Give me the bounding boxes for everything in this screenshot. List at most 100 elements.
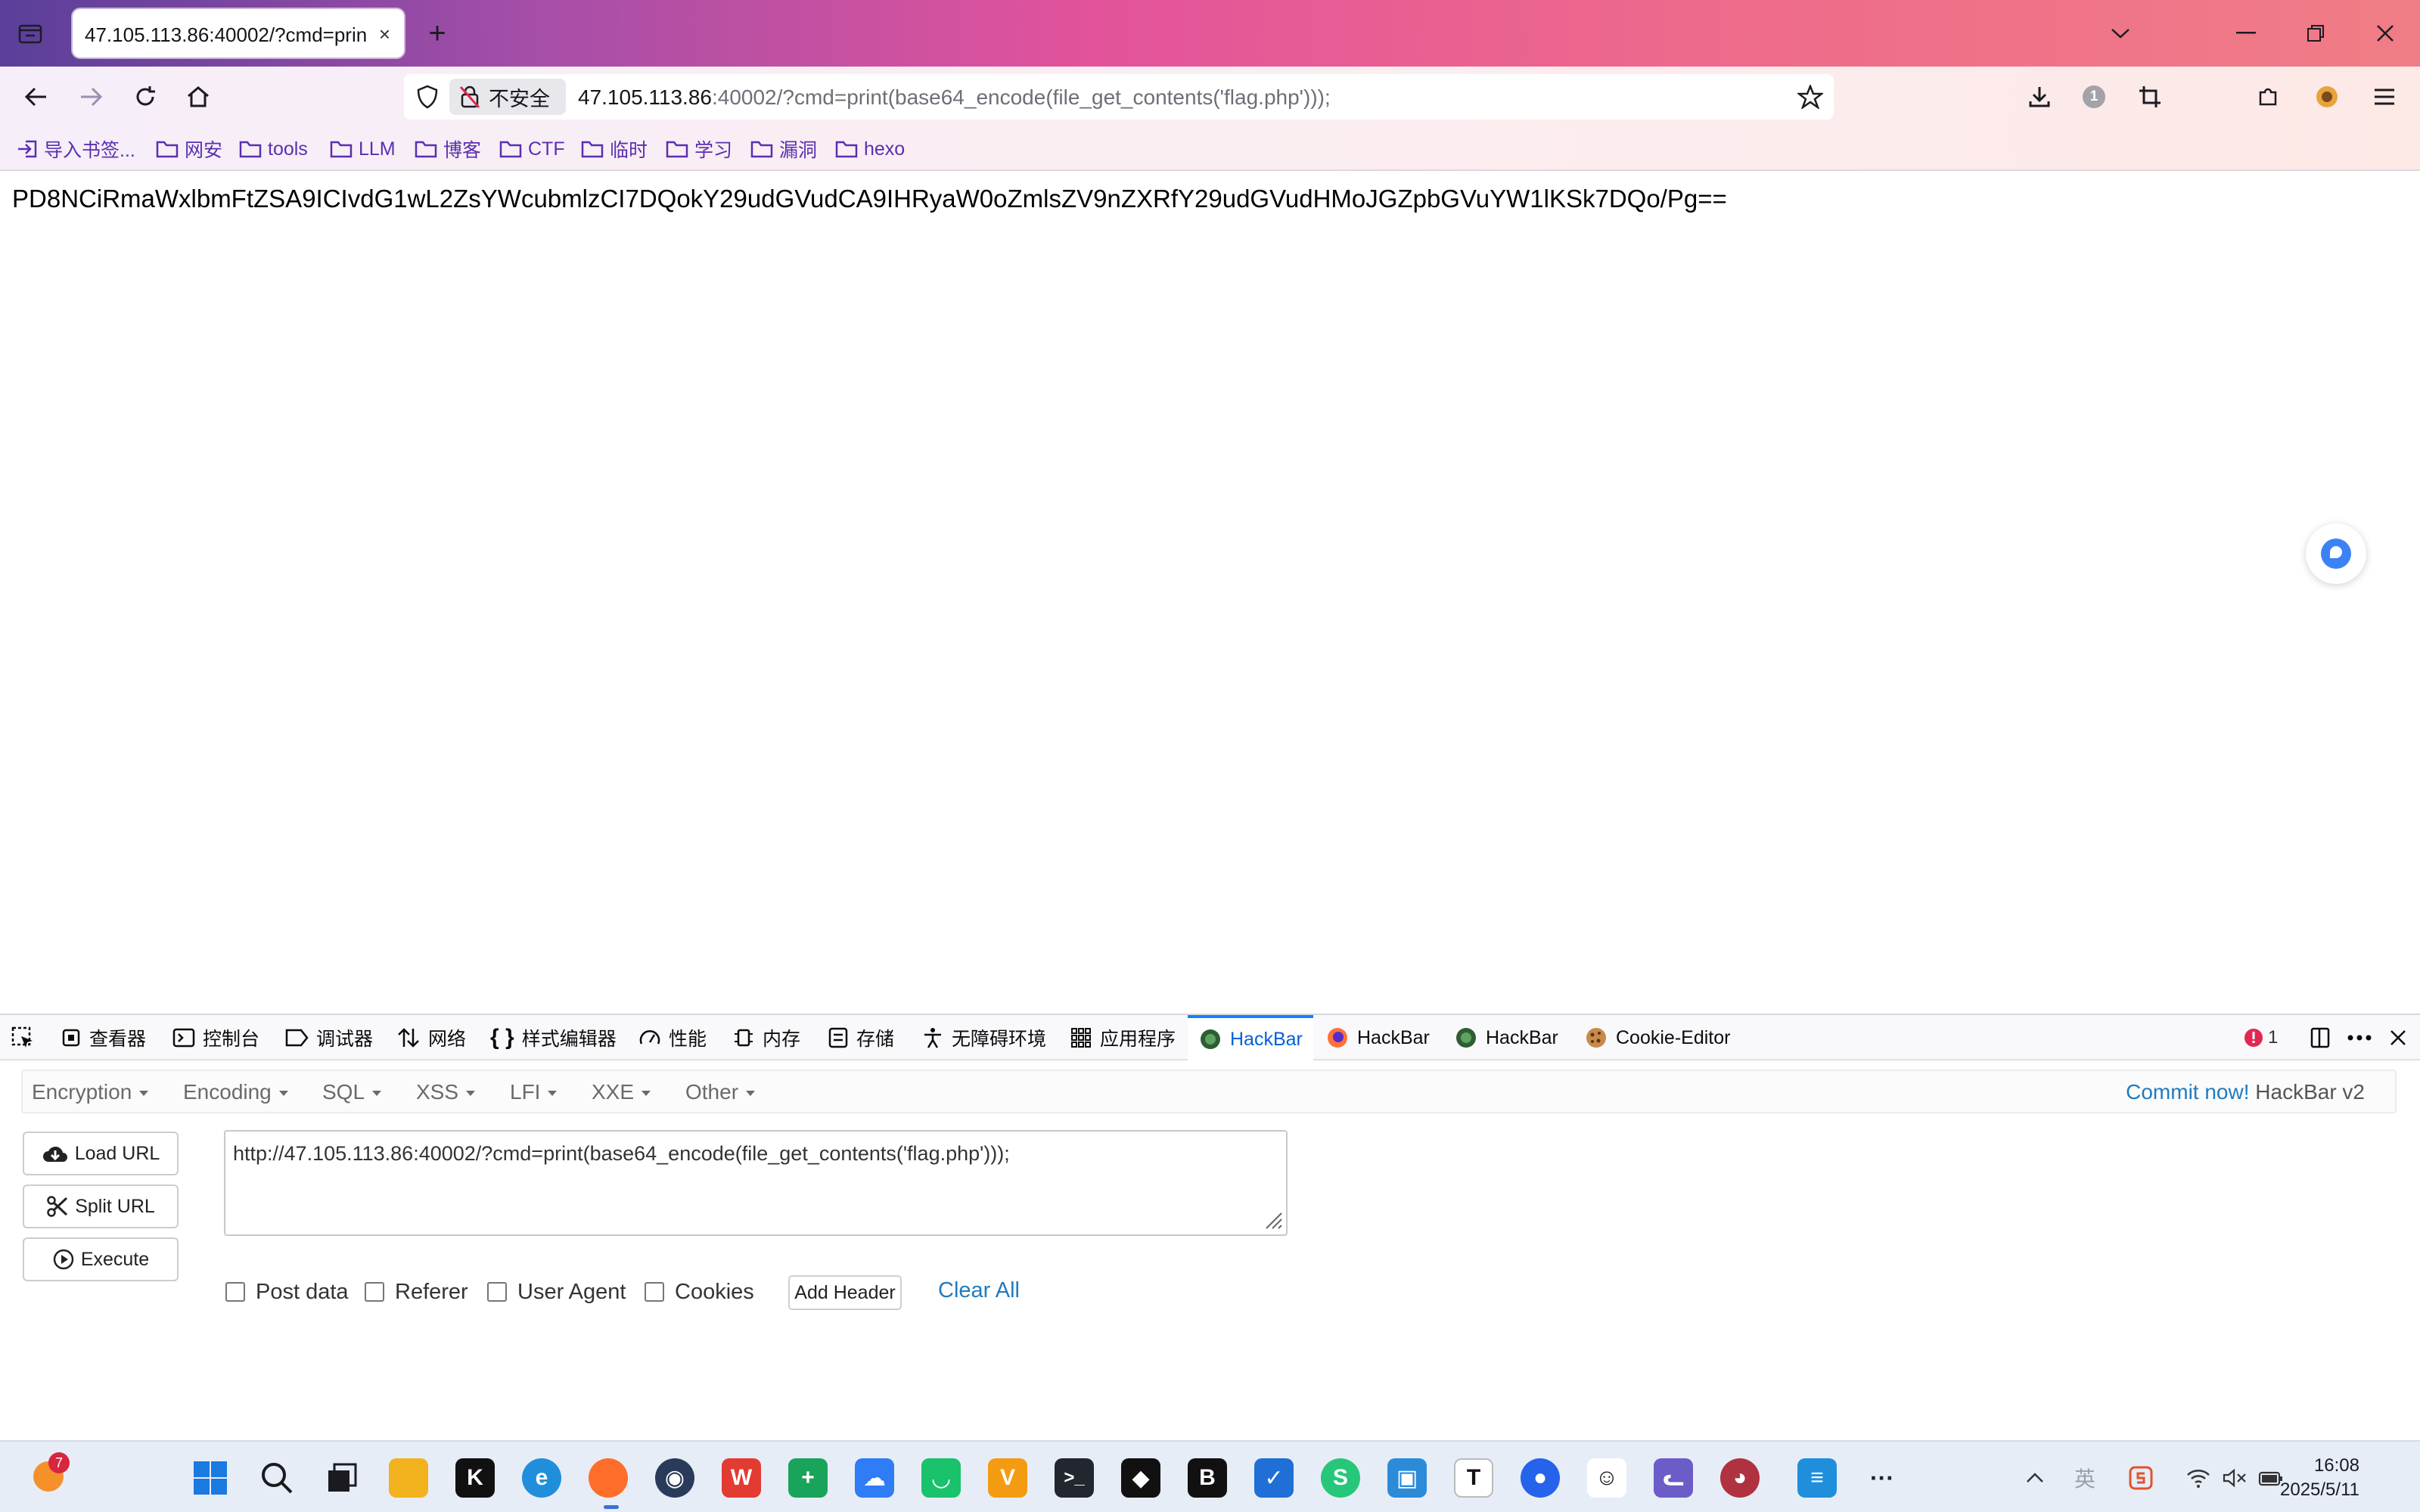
tab-close-icon[interactable]: ×: [379, 24, 390, 44]
tab-performance[interactable]: 性能: [638, 1015, 707, 1060]
tab-hackbar-3[interactable]: HackBar: [1454, 1015, 1558, 1060]
taskbar-app-box[interactable]: ◆: [1121, 1458, 1160, 1498]
devtools-close-button[interactable]: [2389, 1015, 2407, 1060]
tray-app-s-icon[interactable]: [2124, 1463, 2157, 1493]
commit-now-link[interactable]: Commit now!: [2126, 1080, 2249, 1104]
bookmark-folder-study[interactable]: 学习: [666, 136, 732, 162]
tab-storage[interactable]: 存储: [828, 1015, 894, 1060]
forward-button[interactable]: [74, 80, 107, 113]
bookmark-folder-blog[interactable]: 博客: [415, 136, 481, 162]
menu-other[interactable]: Other: [685, 1080, 755, 1104]
bookmark-item-import[interactable]: 导入书签...: [17, 136, 135, 162]
bookmark-folder-vuln[interactable]: 漏洞: [750, 136, 817, 162]
address-bar[interactable]: 不安全 47.105.113.86:40002/?cmd=print(base6…: [404, 74, 1834, 120]
error-counter[interactable]: 1: [2244, 1015, 2278, 1060]
taskbar-app-bag[interactable]: ◡: [921, 1458, 961, 1498]
menu-encoding[interactable]: Encoding: [183, 1080, 288, 1104]
split-url-button[interactable]: Split URL: [23, 1184, 179, 1228]
bookmark-folder-llm[interactable]: LLM: [330, 136, 396, 162]
restore-icon[interactable]: [2297, 15, 2335, 51]
element-picker-button[interactable]: [11, 1015, 42, 1060]
reload-button[interactable]: [129, 80, 162, 113]
bookmark-folder-ctf[interactable]: CTF: [499, 136, 565, 162]
taskbar-app-eye[interactable]: ◉: [655, 1458, 694, 1498]
taskbar-notepad[interactable]: ≡: [1797, 1458, 1837, 1498]
extensions-button[interactable]: [2251, 80, 2285, 113]
insecure-connection-chip[interactable]: 不安全: [449, 79, 566, 115]
shield-icon[interactable]: [416, 85, 439, 109]
wifi-icon[interactable]: [2183, 1463, 2213, 1493]
weather-widget[interactable]: 7: [30, 1452, 70, 1495]
task-view-button[interactable]: [322, 1458, 362, 1498]
app-menu-button[interactable]: [2368, 80, 2401, 113]
bookmark-folder-wangan[interactable]: 网安: [156, 136, 222, 162]
taskbar-terminal[interactable]: >_: [1055, 1458, 1094, 1498]
screenshot-crop-button[interactable]: [2133, 80, 2167, 113]
taskbar-edge[interactable]: e: [522, 1458, 561, 1498]
list-all-tabs-button[interactable]: [14, 17, 47, 50]
tab-overflow-chevron-icon[interactable]: [2102, 15, 2139, 51]
taskbar-firefox[interactable]: [589, 1458, 628, 1498]
url-text[interactable]: 47.105.113.86:40002/?cmd=print(base64_en…: [578, 85, 1331, 110]
tab-application[interactable]: 应用程序: [1070, 1015, 1176, 1060]
load-url-button[interactable]: Load URL: [23, 1132, 179, 1175]
taskbar-app-cat[interactable]: ᓚ: [1654, 1458, 1693, 1498]
taskbar-app-window[interactable]: ▣: [1387, 1458, 1427, 1498]
tab-cookie-editor[interactable]: Cookie-Editor: [1584, 1015, 1730, 1060]
cookies-checkbox[interactable]: Cookies: [645, 1278, 754, 1306]
taskbar-search-button[interactable]: [257, 1458, 297, 1498]
checkbox-box[interactable]: [225, 1282, 245, 1302]
start-button[interactable]: [191, 1458, 230, 1498]
extension-button[interactable]: 1: [2077, 80, 2111, 113]
taskbar-wps[interactable]: W: [722, 1458, 761, 1498]
devtools-more-button[interactable]: [2347, 1015, 2372, 1060]
profile-extension-button[interactable]: [2310, 80, 2344, 113]
user-agent-checkbox[interactable]: User Agent: [487, 1278, 626, 1306]
hackbar-url-input[interactable]: http://47.105.113.86:40002/?cmd=print(ba…: [224, 1130, 1288, 1236]
downloads-button[interactable]: [2023, 80, 2056, 113]
minimize-icon[interactable]: [2227, 15, 2265, 51]
taskbar-app-v[interactable]: V: [988, 1458, 1027, 1498]
add-header-button[interactable]: Add Header: [788, 1275, 902, 1310]
bookmark-folder-hexo[interactable]: hexo: [835, 136, 905, 162]
tab-inspector[interactable]: 查看器: [61, 1015, 146, 1060]
volume-muted-icon[interactable]: [2220, 1463, 2250, 1493]
taskbar-app-bird[interactable]: ✓: [1254, 1458, 1294, 1498]
active-tab[interactable]: 47.105.113.86:40002/?cmd=print(base64_en…: [73, 9, 404, 57]
ime-indicator[interactable]: 英: [2068, 1463, 2102, 1493]
checkbox-box[interactable]: [487, 1282, 507, 1302]
menu-xxe[interactable]: XXE: [592, 1080, 651, 1104]
checkbox-box[interactable]: [645, 1282, 664, 1302]
taskbar-burp[interactable]: B: [1188, 1458, 1227, 1498]
bookmark-folder-tools[interactable]: tools: [239, 136, 308, 162]
taskbar-file-explorer[interactable]: [389, 1458, 428, 1498]
taskbar-cloud[interactable]: ☁: [855, 1458, 894, 1498]
clear-all-link[interactable]: Clear All: [938, 1278, 1020, 1303]
tab-debugger[interactable]: 调试器: [284, 1015, 373, 1060]
menu-encryption[interactable]: Encryption: [32, 1080, 148, 1104]
tab-accessibility[interactable]: 无障碍环境: [921, 1015, 1046, 1060]
taskbar-sheets[interactable]: +: [788, 1458, 828, 1498]
taskbar-more-button[interactable]: ···: [1862, 1458, 1902, 1498]
back-button[interactable]: [20, 80, 53, 113]
tab-memory[interactable]: 内存: [732, 1015, 800, 1060]
tab-style-editor[interactable]: { } 样式编辑器: [490, 1015, 617, 1060]
taskbar-app-avatar[interactable]: ◕: [1720, 1458, 1760, 1498]
taskbar-qq[interactable]: ☺: [1587, 1458, 1626, 1498]
bookmark-folder-temp[interactable]: 临时: [581, 136, 648, 162]
home-button[interactable]: [182, 80, 215, 113]
taskbar-clock[interactable]: 16:08 2025/5/11: [2280, 1454, 2359, 1502]
tab-hackbar-active[interactable]: HackBar: [1188, 1015, 1313, 1060]
post-data-checkbox[interactable]: Post data: [225, 1278, 349, 1306]
menu-sql[interactable]: SQL: [322, 1080, 381, 1104]
tab-network[interactable]: 网络: [396, 1015, 466, 1060]
checkbox-box[interactable]: [365, 1282, 384, 1302]
dock-options-button[interactable]: [2309, 1015, 2331, 1060]
taskbar-app-k[interactable]: K: [455, 1458, 495, 1498]
new-tab-button[interactable]: +: [421, 17, 454, 50]
taskbar-typora[interactable]: T: [1454, 1458, 1493, 1498]
tab-hackbar-2[interactable]: HackBar: [1325, 1015, 1430, 1060]
menu-lfi[interactable]: LFI: [510, 1080, 557, 1104]
taskbar-app-chat[interactable]: ●: [1521, 1458, 1560, 1498]
menu-xss[interactable]: XSS: [416, 1080, 475, 1104]
